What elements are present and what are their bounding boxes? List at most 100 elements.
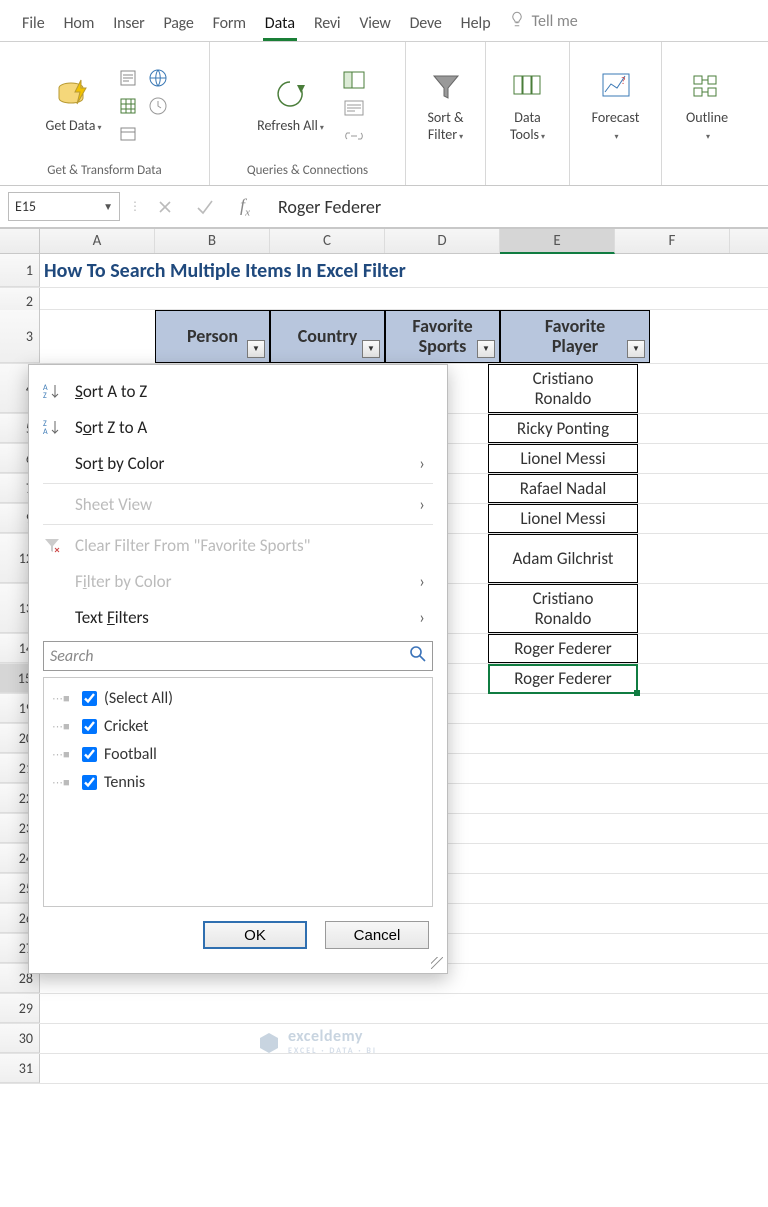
tab-review[interactable]: Revi	[312, 6, 342, 41]
sort-filter-button[interactable]: Sort & Filter▾	[414, 62, 477, 146]
checkbox[interactable]	[82, 775, 97, 790]
outline-button[interactable]: Outline▾	[678, 62, 736, 146]
menu-sort-by-color[interactable]: Sort by Color ›	[37, 445, 439, 481]
tab-formulas[interactable]: Form	[211, 6, 248, 41]
filter-dropdown-icon[interactable]: ▼	[627, 340, 645, 358]
menu-sort-z-a[interactable]: ZA Sort Z to A	[37, 409, 439, 445]
chevron-right-icon: ›	[411, 453, 433, 474]
col-header-C[interactable]: C	[270, 229, 385, 253]
filter-dropdown-icon[interactable]: ▼	[362, 340, 380, 358]
filter-option[interactable]: ⋯■ Football	[52, 740, 424, 768]
data-tools-icon	[508, 66, 548, 106]
sort-za-icon: ZA	[39, 418, 65, 436]
cancel-button[interactable]: Cancel	[325, 921, 429, 949]
col-header-D[interactable]: D	[385, 229, 500, 253]
tab-insert[interactable]: Inser	[111, 6, 146, 41]
from-table-icon[interactable]	[116, 94, 140, 118]
table-cell-active[interactable]: Roger Federer	[488, 664, 638, 693]
lightbulb-icon	[508, 10, 526, 33]
row-header[interactable]: 1	[0, 254, 40, 287]
menu-sheet-view: Sheet View ›	[37, 486, 439, 522]
table-cell[interactable]: Ricky Ponting	[488, 414, 638, 443]
group-get-transform: Get Data▾ Get & Transform Data	[0, 42, 210, 185]
filter-search-input[interactable]: Search	[43, 641, 433, 671]
group-label-get-transform: Get & Transform Data	[8, 161, 201, 183]
properties-icon[interactable]	[342, 98, 366, 118]
from-text-csv-icon[interactable]	[116, 66, 140, 90]
grid-rows: 1 How To Search Multiple Items In Excel …	[0, 254, 768, 1084]
filter-option[interactable]: ⋯■ Tennis	[52, 768, 424, 796]
insert-function-icon[interactable]: fx	[230, 192, 260, 221]
col-country-header[interactable]: Country ▼	[270, 310, 385, 363]
recent-sources-icon[interactable]	[146, 94, 170, 118]
col-header-A[interactable]: A	[40, 229, 155, 253]
menu-sort-a-z[interactable]: AZ SSort A to Zort A to Z	[37, 373, 439, 409]
refresh-all-button[interactable]: Refresh All▾	[249, 70, 332, 138]
tab-page-layout[interactable]: Page	[162, 6, 196, 41]
resize-grip-icon[interactable]	[431, 957, 443, 969]
table-cell[interactable]: Lionel Messi	[488, 444, 638, 473]
more-icon[interactable]	[146, 122, 170, 146]
filter-dropdown-icon[interactable]: ▼	[477, 340, 495, 358]
ok-button[interactable]: OK	[203, 921, 307, 949]
existing-connections-icon[interactable]	[116, 122, 140, 146]
tell-me[interactable]: Tell me	[508, 10, 578, 41]
table-cell[interactable]: Roger Federer	[488, 634, 638, 663]
table-cell[interactable]: Cristiano Ronaldo	[488, 584, 638, 633]
col-favorite-player-header[interactable]: Favorite Player ▼	[500, 310, 650, 363]
menu-filter-by-color: Filter by Color ›	[37, 563, 439, 599]
filter-values-list[interactable]: ⋯■ (Select All) ⋯■ Cricket ⋯■ Football ⋯…	[43, 677, 433, 907]
col-header-E[interactable]: E	[500, 229, 615, 254]
col-header-B[interactable]: B	[155, 229, 270, 253]
row-header[interactable]: 3	[0, 310, 40, 363]
table-cell[interactable]: Rafael Nadal	[488, 474, 638, 503]
tab-help[interactable]: Help	[459, 6, 493, 41]
tab-file[interactable]: File	[20, 6, 47, 41]
get-data-button[interactable]: Get Data▾	[37, 70, 109, 138]
worksheet: A B C D E F 1 How To Search Multiple Ite…	[0, 228, 768, 1084]
edit-links-icon[interactable]	[342, 126, 366, 146]
table-cell[interactable]: Adam Gilchrist	[488, 534, 638, 583]
checkbox[interactable]	[82, 719, 97, 734]
tab-view[interactable]: View	[357, 6, 392, 41]
filter-option-select-all[interactable]: ⋯■ (Select All)	[52, 684, 424, 712]
chevron-down-icon: ▼	[103, 200, 113, 213]
sort-az-icon: AZ	[39, 382, 65, 400]
column-headers: A B C D E F	[0, 228, 768, 254]
chevron-right-icon: ›	[411, 494, 433, 515]
tab-developer[interactable]: Deve	[408, 6, 444, 41]
accept-entry-icon[interactable]	[190, 192, 220, 221]
checkbox[interactable]	[82, 747, 97, 762]
group-label-queries: Queries & Connections	[218, 161, 397, 183]
tab-data[interactable]: Data	[263, 6, 297, 41]
name-box[interactable]: E15▼	[8, 192, 120, 221]
menu-text-filters[interactable]: Text Filters ›	[37, 599, 439, 635]
data-tools-button[interactable]: Data Tools▾	[494, 62, 561, 146]
row-header[interactable]: 29	[0, 994, 40, 1023]
database-bolt-icon	[53, 74, 93, 114]
col-person-header[interactable]: Person ▼	[155, 310, 270, 363]
formula-input[interactable]: Roger Federer	[270, 192, 760, 221]
from-web-icon[interactable]	[146, 66, 170, 90]
queries-pane-icon[interactable]	[342, 70, 366, 90]
group-forecast: ? Forecast▾	[570, 42, 662, 185]
ribbon-tabs: File Hom Inser Page Form Data Revi View …	[0, 0, 768, 42]
search-icon	[410, 646, 426, 667]
group-sort-filter: Sort & Filter▾	[406, 42, 486, 185]
filter-dropdown-icon[interactable]: ▼	[247, 340, 265, 358]
col-header-F[interactable]: F	[615, 229, 730, 253]
col-favorite-sports-header[interactable]: Favorite Sports ▼	[385, 310, 500, 363]
filter-dropdown-menu: AZ SSort A to Zort A to Z ZA Sort Z to A…	[28, 364, 448, 974]
forecast-button[interactable]: ? Forecast▾	[584, 62, 648, 146]
row-header[interactable]: 31	[0, 1054, 40, 1083]
select-all-corner[interactable]	[0, 229, 40, 253]
filter-option[interactable]: ⋯■ Cricket	[52, 712, 424, 740]
tab-home[interactable]: Hom	[62, 6, 97, 41]
svg-text:A: A	[43, 427, 48, 436]
row-header[interactable]: 30	[0, 1024, 40, 1053]
cancel-entry-icon[interactable]	[150, 192, 180, 221]
checkbox[interactable]	[82, 691, 97, 706]
chevron-right-icon: ›	[411, 571, 433, 592]
table-cell[interactable]: Cristiano Ronaldo	[488, 364, 638, 413]
table-cell[interactable]: Lionel Messi	[488, 504, 638, 533]
